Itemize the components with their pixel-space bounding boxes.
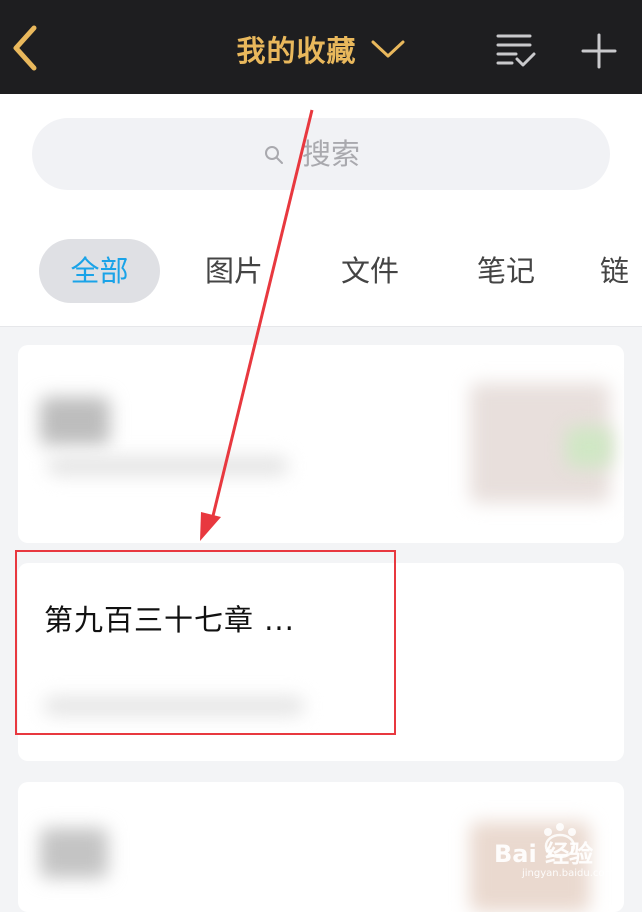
blurred-avatar xyxy=(40,828,108,878)
blurred-avatar xyxy=(40,397,110,445)
tab-images[interactable]: 图片 xyxy=(192,239,276,303)
search-icon xyxy=(265,146,283,164)
top-bar: 我的收藏 xyxy=(0,0,642,94)
watermark-subtext: jingyan.baidu.com xyxy=(522,868,615,879)
search-placeholder[interactable]: 搜索 xyxy=(302,136,360,172)
plus-icon[interactable] xyxy=(580,32,618,70)
list-check-icon[interactable] xyxy=(494,30,536,70)
divider xyxy=(0,326,642,327)
filter-tabs: 全部 图片 文件 笔记 链 xyxy=(0,239,642,303)
tab-notes[interactable]: 笔记 xyxy=(464,239,548,303)
chevron-down-icon[interactable] xyxy=(370,38,406,60)
tab-links[interactable]: 链 xyxy=(600,239,642,303)
watermark-text: Bai 经验 xyxy=(494,840,594,868)
tab-files[interactable]: 文件 xyxy=(328,239,412,303)
blurred-meta xyxy=(48,457,288,475)
page-title[interactable]: 我的收藏 xyxy=(236,28,356,70)
tab-all[interactable]: 全部 xyxy=(39,239,160,303)
favorite-item[interactable] xyxy=(18,345,624,543)
highlight-box xyxy=(15,550,396,735)
search-area: 搜索 全部 图片 文件 笔记 链 xyxy=(0,94,642,326)
blurred-thumbnail-accent xyxy=(566,427,612,467)
